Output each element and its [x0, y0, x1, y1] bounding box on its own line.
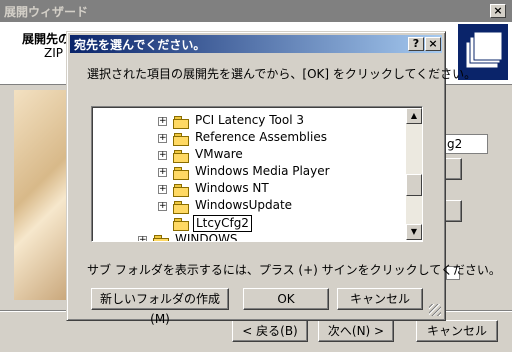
wizard-cancel-button[interactable]: キャンセル	[416, 320, 498, 342]
dialog-titlebar: 宛先を選んでください。 ? ×	[70, 35, 442, 53]
wizard-side-button-1[interactable]	[444, 158, 462, 180]
expand-icon[interactable]: +	[158, 117, 167, 126]
scroll-thumb[interactable]	[406, 174, 422, 196]
expand-icon[interactable]: +	[158, 134, 167, 143]
tree-item[interactable]: + Reference Assemblies	[94, 130, 404, 147]
help-button[interactable]: ?	[408, 37, 424, 51]
expand-icon[interactable]: +	[158, 168, 167, 177]
resize-grip[interactable]	[429, 304, 441, 316]
new-folder-button[interactable]: 新しいフォルダの作成(M)	[91, 288, 229, 326]
tree-item[interactable]: + Windows Media Player	[94, 164, 404, 181]
scroll-up-button[interactable]: ▲	[406, 108, 422, 124]
dialog-title: 宛先を選んでください。	[74, 38, 206, 52]
tree-item-label: Windows Media Player	[195, 164, 330, 178]
wizard-side-button-2[interactable]	[444, 200, 462, 222]
wizard-close-button[interactable]: ×	[490, 4, 506, 18]
wizard-title: 展開ウィザード	[4, 5, 89, 19]
expand-icon[interactable]: +	[158, 185, 167, 194]
tree-item[interactable]: LtcyCfg2	[94, 215, 404, 232]
tree-rows: + PCI Latency Tool 3 + Reference Assemblies…	[94, 109, 404, 241]
folder-icon	[153, 235, 169, 241]
expand-icon[interactable]: +	[138, 236, 147, 241]
expand-icon[interactable]: +	[158, 151, 167, 160]
folder-browse-dialog: 宛先を選んでください。 ? × 選択された項目の展開先を選んでから、[OK] を…	[66, 31, 501, 326]
wizard-side-image	[14, 90, 68, 300]
wizard-path-field[interactable]: g2	[444, 134, 488, 154]
tree-item-label: PCI Latency Tool 3	[195, 113, 304, 127]
tree-item[interactable]: + WindowsUpdate	[94, 198, 404, 215]
tree-item-label: WindowsUpdate	[195, 198, 293, 212]
folder-icon	[173, 218, 189, 231]
tree-item-label: Reference Assemblies	[195, 130, 327, 144]
folder-icon	[173, 150, 189, 163]
wizard-header-title: 展開先の	[22, 32, 71, 46]
next-button[interactable]: 次へ(N) >	[318, 320, 394, 342]
tree-item[interactable]: + Windows NT	[94, 181, 404, 198]
tree-item-label: VMware	[195, 147, 243, 161]
tree-item[interactable]: + PCI Latency Tool 3	[94, 113, 404, 130]
tree-item-label: Windows NT	[195, 181, 269, 195]
dialog-instruction: 選択された項目の展開先を選んでから、[OK] をクリックしてください。	[87, 67, 477, 81]
folder-icon	[173, 167, 189, 180]
dialog-hint: サブ フォルダを表示するには、プラス (+) サインをクリックしてください。	[87, 263, 501, 277]
folder-icon	[173, 133, 189, 146]
wizard-titlebar: 展開ウィザード ×	[0, 0, 512, 22]
close-button[interactable]: ×	[425, 37, 441, 51]
back-button[interactable]: < 戻る(B)	[232, 320, 308, 342]
tree-item[interactable]: + VMware	[94, 147, 404, 164]
cancel-button[interactable]: キャンセル	[337, 288, 423, 310]
tree-scrollbar[interactable]: ▲ ▼	[406, 108, 422, 240]
tree-item-label: WINDOWS	[175, 232, 238, 242]
ok-button[interactable]: OK	[243, 288, 329, 310]
folder-tree[interactable]: + PCI Latency Tool 3 + Reference Assemblies…	[91, 106, 423, 242]
folder-icon	[173, 184, 189, 197]
wizard-path-text: g2	[447, 137, 463, 151]
folder-icon	[173, 201, 189, 214]
expand-icon[interactable]: +	[158, 202, 167, 211]
folder-icon	[173, 116, 189, 129]
wizard-header-sub: ZIP	[44, 46, 63, 60]
tree-item[interactable]: + WINDOWS	[94, 232, 404, 242]
scroll-down-button[interactable]: ▼	[406, 224, 422, 240]
tree-item-label: LtcyCfg2	[193, 215, 252, 232]
